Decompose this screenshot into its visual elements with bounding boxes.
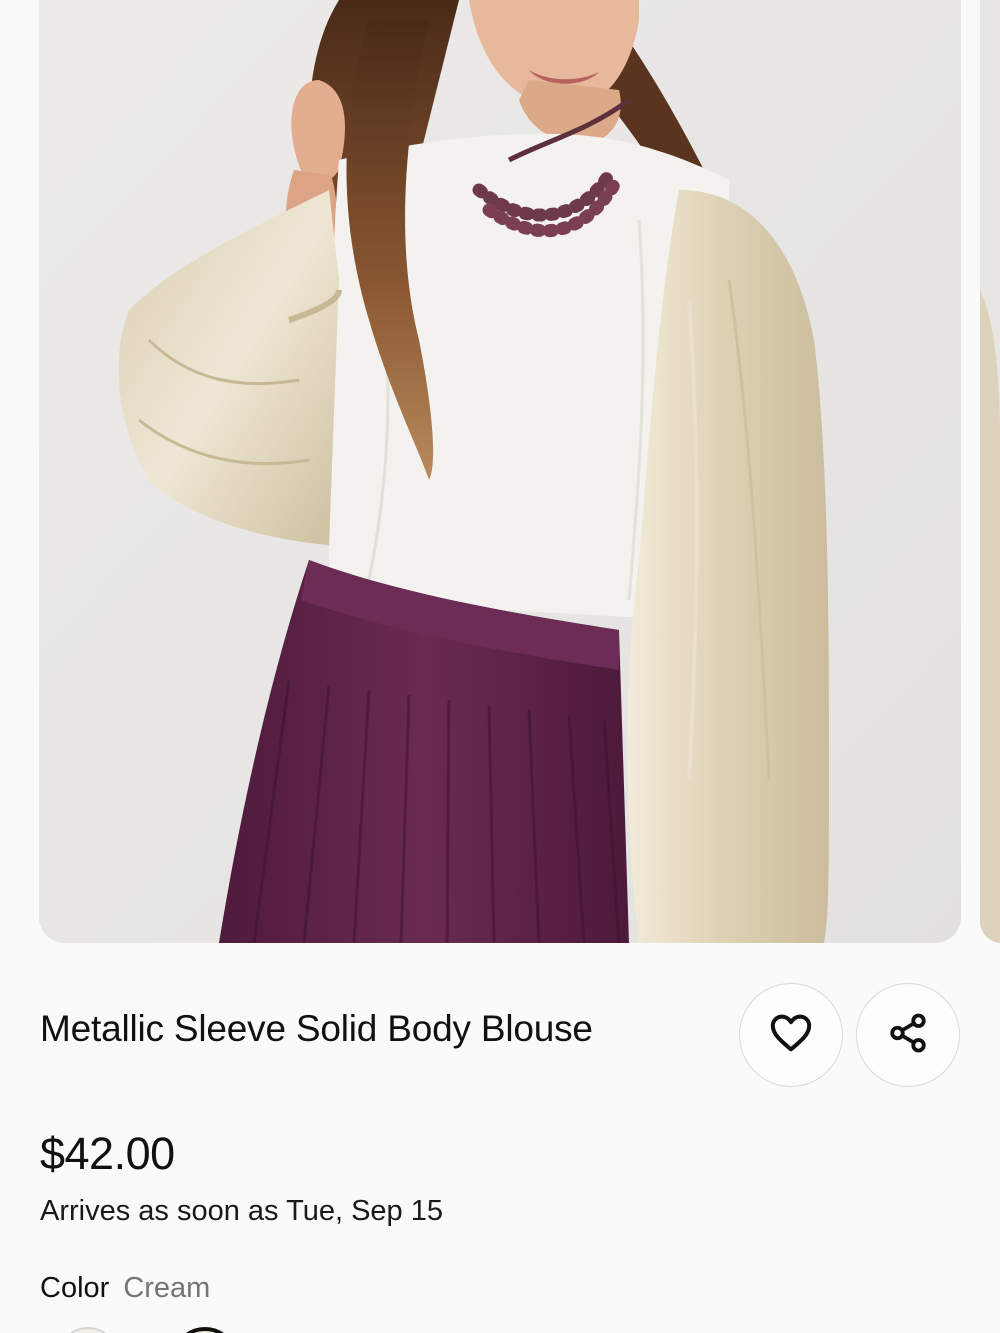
product-title: Metallic Sleeve Solid Body Blouse	[40, 1008, 593, 1049]
share-icon	[887, 1012, 929, 1059]
favorite-button[interactable]	[739, 983, 843, 1087]
image-carousel[interactable]	[0, 0, 1000, 943]
color-swatch[interactable]	[58, 1327, 118, 1333]
share-button[interactable]	[856, 983, 960, 1087]
selected-color-value: Cream	[123, 1272, 211, 1304]
delivery-estimate: Arrives as soon as Tue, Sep 15	[40, 1195, 443, 1227]
color-swatch-selected[interactable]	[172, 1327, 238, 1333]
product-price: $42.00	[40, 1128, 175, 1179]
next-product-image[interactable]	[980, 0, 1000, 943]
color-label: Color	[40, 1272, 110, 1304]
heart-icon	[769, 1013, 813, 1058]
color-selection: Color Cream	[40, 1272, 210, 1305]
product-page: Metallic Sleeve Solid Body Blouse $42.00…	[0, 0, 1000, 1333]
product-image[interactable]	[39, 0, 961, 943]
